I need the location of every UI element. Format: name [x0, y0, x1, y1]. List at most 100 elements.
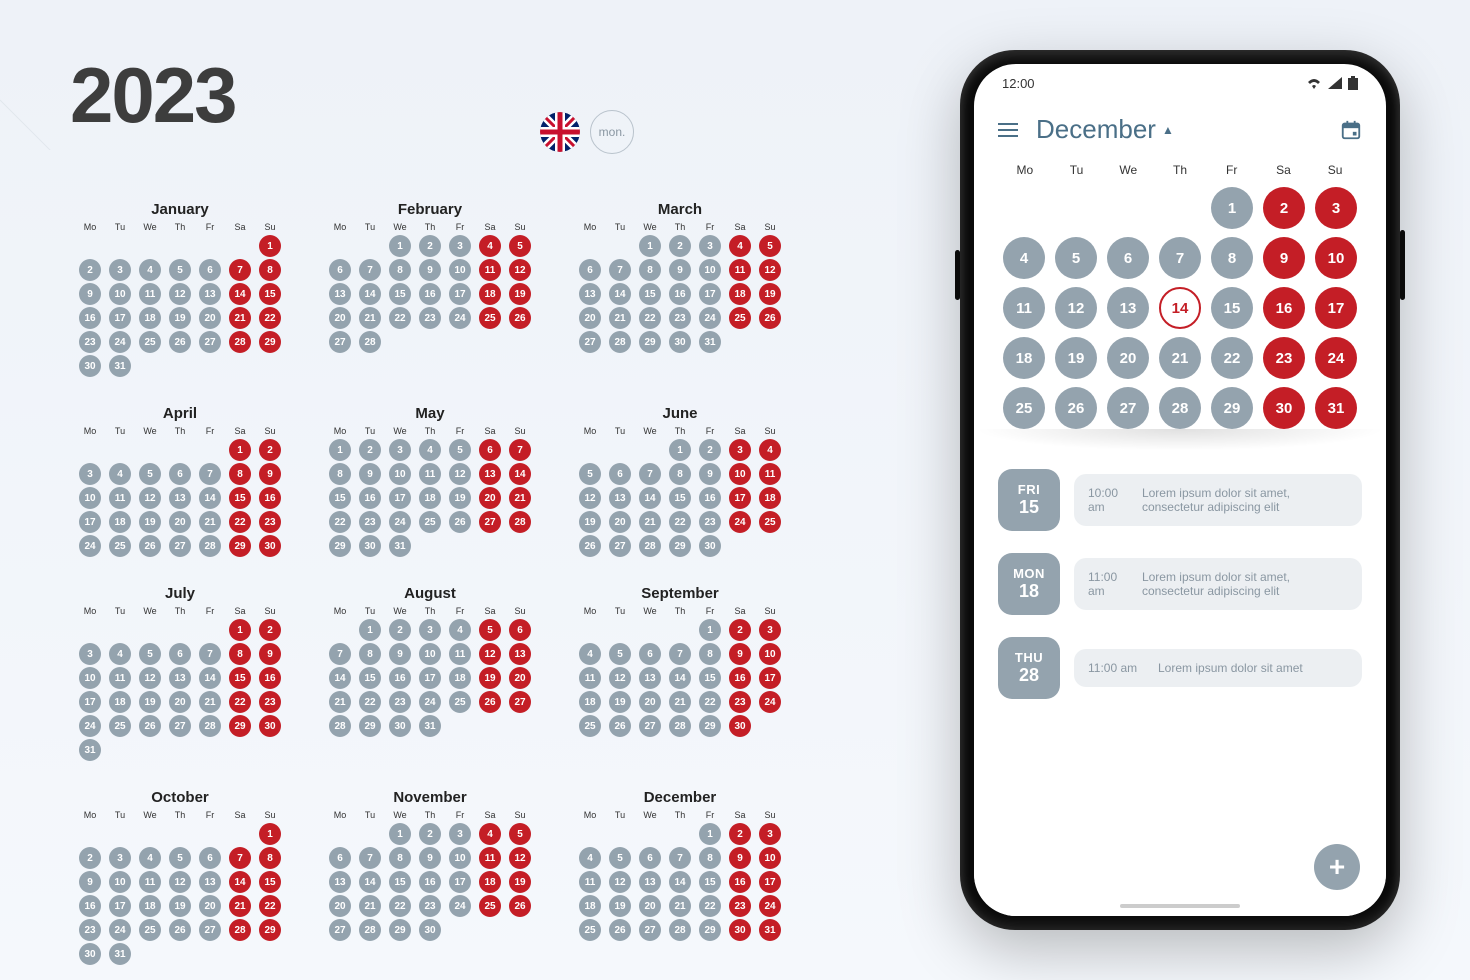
- calendar-day: 17: [729, 487, 751, 509]
- phone-calendar-day[interactable]: 7: [1159, 237, 1201, 279]
- calendar-day: 26: [479, 691, 501, 713]
- calendar-day: 29: [229, 535, 251, 557]
- phone-calendar-day[interactable]: 1: [1211, 187, 1253, 229]
- month-block: JuneMoTuWeThFrSaSu1234567891011121314151…: [570, 405, 790, 557]
- add-event-button[interactable]: +: [1314, 844, 1360, 890]
- phone-calendar-day[interactable]: 25: [1003, 387, 1045, 429]
- month-dropdown[interactable]: December ▲: [1036, 114, 1322, 145]
- calendar-day: 18: [139, 307, 161, 329]
- phone-calendar-day[interactable]: 5: [1055, 237, 1097, 279]
- calendar-day: 21: [359, 895, 381, 917]
- calendar-day: 8: [329, 463, 351, 485]
- phone-calendar-day[interactable]: 19: [1055, 337, 1097, 379]
- menu-icon[interactable]: [998, 123, 1018, 137]
- calendar-day: 29: [359, 715, 381, 737]
- calendar-day: 3: [109, 847, 131, 869]
- event-row[interactable]: MON1811:00 amLorem ipsum dolor sit amet,…: [998, 553, 1362, 615]
- phone-calendar-day[interactable]: 22: [1211, 337, 1253, 379]
- phone-calendar-day[interactable]: 20: [1107, 337, 1149, 379]
- phone-calendar-day[interactable]: 11: [1003, 287, 1045, 329]
- calendar-day: 4: [579, 643, 601, 665]
- calendar-day: 2: [729, 619, 751, 641]
- phone-calendar-day[interactable]: 18: [1003, 337, 1045, 379]
- calendar-day: 25: [449, 691, 471, 713]
- calendar-day: 21: [669, 691, 691, 713]
- phone-calendar-day[interactable]: 13: [1107, 287, 1149, 329]
- phone-calendar-day[interactable]: 15: [1211, 287, 1253, 329]
- phone-calendar-day[interactable]: 16: [1263, 287, 1305, 329]
- phone-calendar-day[interactable]: 14: [1159, 287, 1201, 329]
- calendar-day: 14: [229, 283, 251, 305]
- calendar-day: 2: [419, 235, 441, 257]
- calendar-day: 10: [79, 487, 101, 509]
- calendar-day: 21: [509, 487, 531, 509]
- calendar-day: 30: [699, 535, 721, 557]
- calendar-day: 24: [79, 535, 101, 557]
- calendar-day: 26: [449, 511, 471, 533]
- phone-calendar-day[interactable]: 12: [1055, 287, 1097, 329]
- calendar-day: 7: [199, 643, 221, 665]
- phone-calendar-day[interactable]: 28: [1159, 387, 1201, 429]
- calendar-day: 22: [389, 895, 411, 917]
- phone-calendar-day[interactable]: 10: [1315, 237, 1357, 279]
- calendar-icon[interactable]: [1340, 119, 1362, 141]
- phone-calendar-day[interactable]: 31: [1315, 387, 1357, 429]
- calendar-day: 4: [109, 643, 131, 665]
- calendar-day: 25: [479, 307, 501, 329]
- calendar-day: 15: [389, 871, 411, 893]
- phone-calendar-day[interactable]: 8: [1211, 237, 1253, 279]
- calendar-day: 29: [699, 715, 721, 737]
- phone-calendar-day[interactable]: 26: [1055, 387, 1097, 429]
- phone-calendar-day[interactable]: 2: [1263, 187, 1305, 229]
- calendar-day: 3: [449, 823, 471, 845]
- calendar-day: 30: [669, 331, 691, 353]
- phone-calendar-day[interactable]: 9: [1263, 237, 1305, 279]
- calendar-day: 9: [259, 463, 281, 485]
- calendar-day: 7: [509, 439, 531, 461]
- calendar-day: 10: [449, 259, 471, 281]
- phone-calendar-day[interactable]: 27: [1107, 387, 1149, 429]
- month-block: FebruaryMoTuWeThFrSaSu123456789101112131…: [320, 201, 540, 377]
- calendar-day: 25: [109, 715, 131, 737]
- phone-calendar-day[interactable]: 17: [1315, 287, 1357, 329]
- calendar-day: 23: [419, 895, 441, 917]
- phone-calendar-day[interactable]: 30: [1263, 387, 1305, 429]
- calendar-day: 13: [329, 871, 351, 893]
- calendar-day: 2: [359, 439, 381, 461]
- phone-calendar-day[interactable]: 6: [1107, 237, 1149, 279]
- calendar-day: 9: [669, 259, 691, 281]
- month-title: June: [662, 405, 697, 422]
- phone-calendar-day[interactable]: 23: [1263, 337, 1305, 379]
- calendar-day: 16: [729, 871, 751, 893]
- phone-calendar-day[interactable]: 24: [1315, 337, 1357, 379]
- calendar-day: 11: [579, 871, 601, 893]
- calendar-day: 20: [199, 307, 221, 329]
- calendar-day: 19: [609, 895, 631, 917]
- event-row[interactable]: THU2811:00 amLorem ipsum dolor sit amet: [998, 637, 1362, 699]
- calendar-day: 1: [669, 439, 691, 461]
- month-block: AprilMoTuWeThFrSaSu123456789101112131415…: [70, 405, 290, 557]
- phone-calendar-day[interactable]: 4: [1003, 237, 1045, 279]
- calendar-day: 13: [579, 283, 601, 305]
- calendar-day: 22: [259, 307, 281, 329]
- calendar-day: 5: [579, 463, 601, 485]
- calendar-day: 10: [389, 463, 411, 485]
- calendar-day: 13: [169, 487, 191, 509]
- phone-calendar-day[interactable]: 29: [1211, 387, 1253, 429]
- calendar-day: 5: [449, 439, 471, 461]
- calendar-day: 18: [419, 487, 441, 509]
- event-row[interactable]: FRI1510:00 amLorem ipsum dolor sit amet,…: [998, 469, 1362, 531]
- calendar-day: 4: [479, 235, 501, 257]
- calendar-day: 12: [139, 667, 161, 689]
- calendar-day: 30: [729, 715, 751, 737]
- calendar-day: 28: [199, 535, 221, 557]
- calendar-day: 3: [79, 643, 101, 665]
- calendar-day: 30: [359, 535, 381, 557]
- calendar-day: 12: [139, 487, 161, 509]
- phone-calendar-day[interactable]: 3: [1315, 187, 1357, 229]
- calendar-day: 11: [579, 667, 601, 689]
- calendar-day: 16: [359, 487, 381, 509]
- phone-calendar-day[interactable]: 21: [1159, 337, 1201, 379]
- calendar-day: 24: [79, 715, 101, 737]
- calendar-day: 19: [139, 691, 161, 713]
